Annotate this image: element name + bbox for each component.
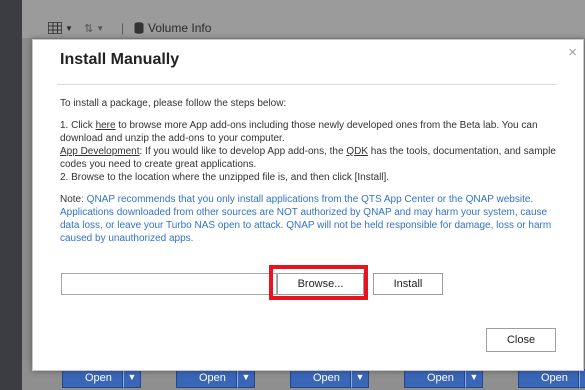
highlight-box (269, 265, 368, 300)
install-manually-dialog: × Install Manually To install a package,… (32, 39, 584, 371)
app-development-link[interactable]: App Development (60, 146, 140, 157)
intro-text: To install a package, please follow the … (60, 98, 287, 109)
chevron-down-icon[interactable]: ▼ (122, 369, 141, 388)
step1-prefix: 1. Click (60, 120, 96, 131)
open-label: Open (290, 369, 351, 388)
open-label: Open (176, 369, 237, 388)
file-path-input[interactable] (61, 273, 277, 295)
chevron-down-icon[interactable]: ▼ (236, 369, 255, 388)
app-development-text: App Development: If you would like to de… (60, 145, 560, 171)
here-link[interactable]: here (96, 120, 116, 131)
step-1: 1. Click here to browse more App add-ons… (60, 119, 560, 145)
left-sidebar (0, 0, 22, 390)
instructions: To install a package, please follow the … (60, 97, 560, 245)
close-button[interactable]: Close (486, 328, 556, 352)
open-label: Open (62, 369, 123, 388)
open-button[interactable]: Open▼ (518, 369, 585, 388)
volume-info-label: Volume Info (148, 21, 212, 35)
note-label: Note (60, 194, 82, 205)
note-body: : QNAP recommends that you only install … (60, 194, 552, 244)
step1-suffix: to browse more App add-ons including tho… (60, 120, 538, 144)
note-text: Note: QNAP recommends that you only inst… (60, 193, 560, 245)
open-button[interactable]: Open▼ (176, 369, 255, 388)
database-icon (134, 22, 144, 34)
open-button[interactable]: Open▼ (404, 369, 483, 388)
toolbar-separator: | (121, 21, 125, 35)
qdk-link[interactable]: QDK (346, 146, 368, 157)
dialog-title: Install Manually (60, 51, 180, 68)
title-divider (57, 84, 557, 85)
open-label: Open (404, 369, 465, 388)
chevron-down-icon[interactable]: ▼ (350, 369, 369, 388)
close-icon[interactable]: × (568, 44, 577, 61)
step-2: 2. Browse to the location where the unzi… (60, 172, 390, 183)
chevron-down-icon[interactable]: ▼ (578, 369, 585, 388)
sort-icon[interactable]: ⇅ ▼ (84, 20, 104, 36)
open-button[interactable]: Open▼ (62, 369, 141, 388)
toolbar: ▼ ⇅ ▼ | Volume Info (22, 0, 585, 38)
open-label: Open (518, 369, 579, 388)
volume-info-button[interactable]: Volume Info (134, 20, 211, 36)
open-button[interactable]: Open▼ (290, 369, 369, 388)
grid-view-icon[interactable]: ▼ (48, 20, 73, 36)
install-button[interactable]: Install (373, 273, 443, 295)
chevron-down-icon[interactable]: ▼ (464, 369, 483, 388)
appdev-mid: : If you would like to develop App add-o… (139, 146, 347, 157)
